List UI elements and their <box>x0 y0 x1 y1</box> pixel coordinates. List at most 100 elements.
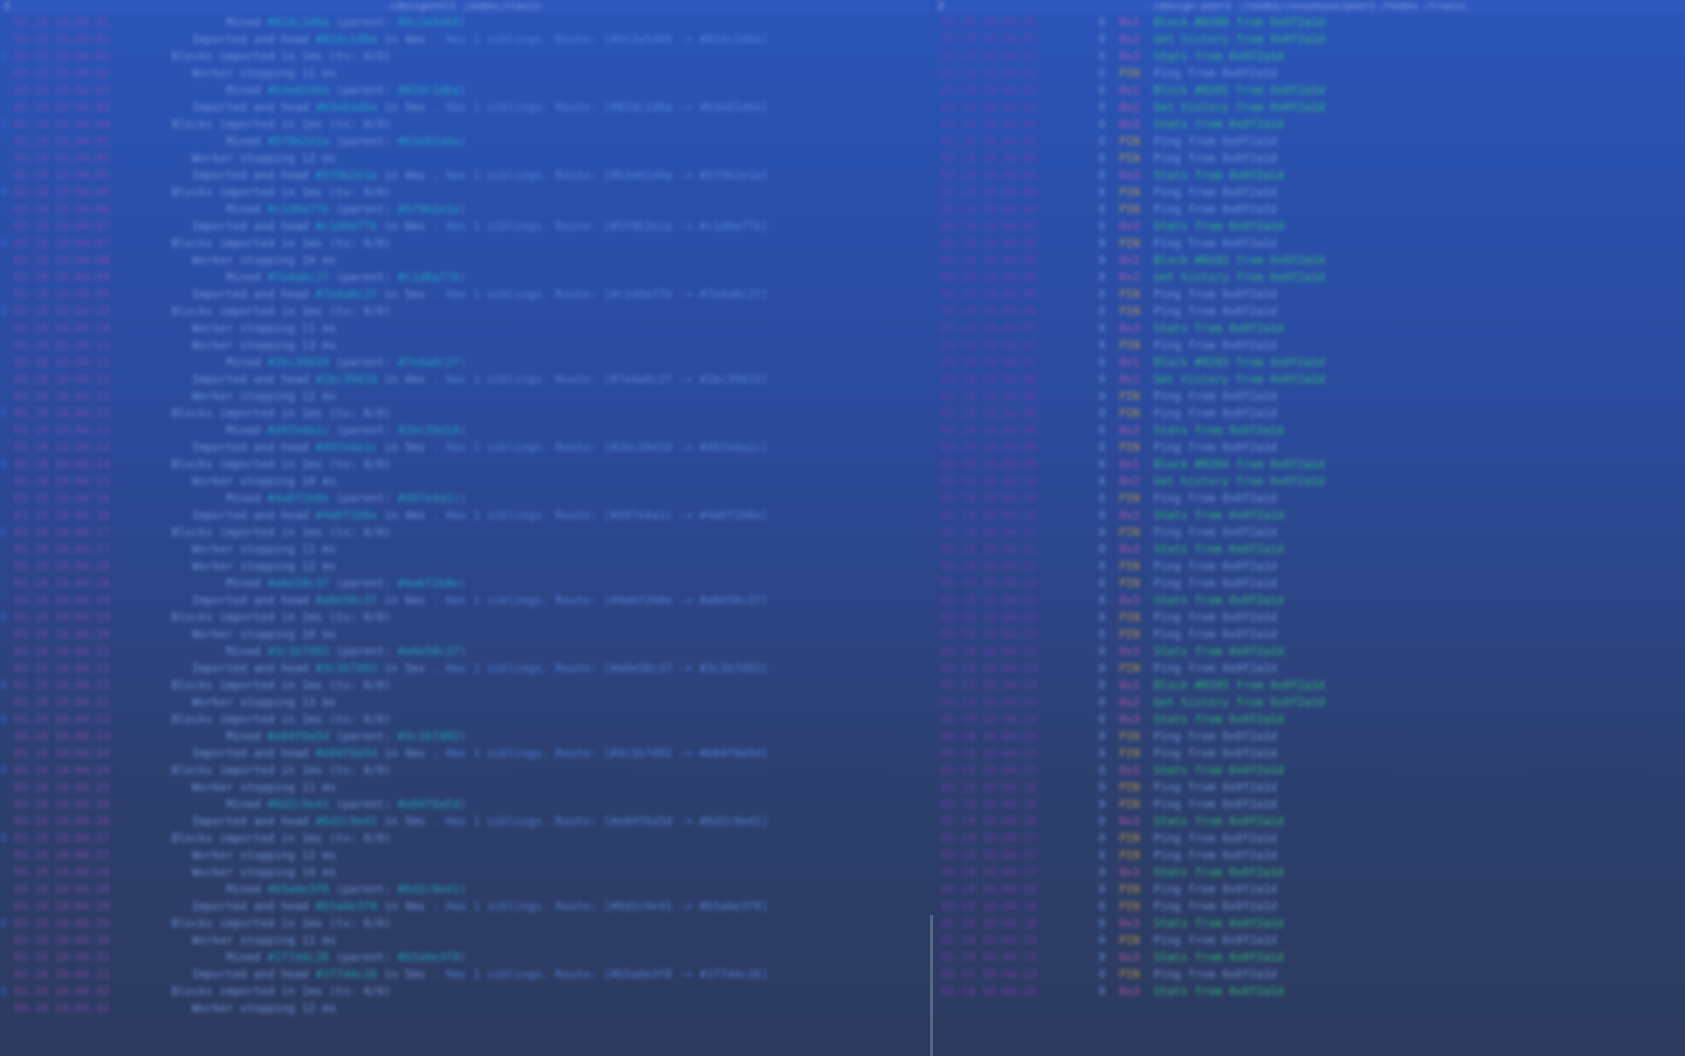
peer-message: Block #0202 from 0x0f2a1d <box>1153 253 1325 267</box>
message-id: 0x1 <box>1119 15 1154 29</box>
peer-message: Get history from 0x0f2a1d <box>1153 372 1325 386</box>
log-timestamp: 03-19 10:04:02 <box>934 100 1099 114</box>
peer-index: 0 <box>1098 185 1120 199</box>
log-message: (parent: <box>329 882 398 896</box>
log-line: 03-19 10:04:11 Worker stopping 13 ms <box>0 337 930 354</box>
log-gutter <box>0 15 14 29</box>
terminal-pane-left[interactable]: 1 cdesignrelt ;nodes;travis 03-19 10:04:… <box>0 0 930 1056</box>
log-line: 03-19 10:04:05 0 PIN Ping from 0x0f2a1d <box>934 235 1685 252</box>
log-timestamp: 03-19 10:04:32 <box>13 1001 124 1015</box>
block-hash: #b5a0e3f8 <box>397 950 460 964</box>
peer-index: 0 <box>1098 491 1120 505</box>
log-message: . Has 1 siblings. Route: [#e84f0a5d -> #… <box>425 814 769 828</box>
message-id: PIN <box>1119 151 1154 165</box>
log-line: 03-19 10:04:05 0 0x3 Stats from 0x0f2a1d <box>934 218 1685 235</box>
log-indent <box>123 610 171 624</box>
log-line: 03-19 10:04:14 0 0x2 Get history from 0x… <box>934 694 1685 711</box>
pane-divider[interactable] <box>930 915 933 1056</box>
log-message: . Has 1 siblings. Route: [#a0e58c37 -> #… <box>425 661 769 675</box>
log-timestamp: 03-19 10:04:03 <box>934 134 1099 148</box>
log-line: 0 03-19 10:04:27 Blocks imported in 1ms … <box>0 830 930 847</box>
log-message: ) <box>459 423 467 437</box>
log-indent <box>123 950 226 964</box>
log-timestamp: 03-19 10:04:26 <box>13 797 124 811</box>
log-line: 03-19 10:04:08 0 PIN Ping from 0x0f2a1d <box>934 405 1685 422</box>
log-line: 0 03-19 10:04:32 Blocks imported in 1ms … <box>0 983 930 1000</box>
log-message: (tx: 0/0) <box>322 610 391 624</box>
peer-message: Block #0200 from 0x0f2a1d <box>1153 15 1325 29</box>
log-message: Mined <box>226 202 268 216</box>
log-message: Mined <box>226 83 268 97</box>
log-message: ) <box>459 882 467 896</box>
log-message: ) <box>459 270 467 284</box>
peer-message: Block #0201 from 0x0f2a1d <box>1153 83 1325 97</box>
log-indent <box>123 491 226 505</box>
log-message: ) <box>459 797 467 811</box>
log-line: 0 03-19 10:04:14 Blocks imported in 1ms … <box>0 456 930 473</box>
log-message: Blocks imported in 1ms <box>171 763 323 777</box>
log-message: (parent: <box>329 134 398 148</box>
peer-index: 0 <box>1098 627 1120 641</box>
peer-index: 0 <box>1098 32 1120 46</box>
log-line: 03-19 10:04:10 Worker stopping 11 ms <box>0 320 930 337</box>
message-id: 0x3 <box>1119 49 1154 63</box>
log-message: ) <box>459 950 467 964</box>
log-timestamp: 03-19 10:04:10 <box>934 491 1099 505</box>
log-gutter: 0 <box>0 763 14 777</box>
log-line: 03-19 10:04:07 Imported and head #c1d0a7… <box>0 218 930 235</box>
log-message: Imported and head <box>192 593 316 607</box>
log-timestamp: 03-19 10:04:13 <box>13 406 124 420</box>
block-hash: #a0e58c37 <box>315 593 378 607</box>
log-message: Worker stopping <box>192 389 302 403</box>
log-message: in 4ms <box>377 899 426 913</box>
block-hash: #5f9b2e1a <box>315 168 378 182</box>
log-timestamp: 03-19 10:04:31 <box>13 967 124 981</box>
log-line: 03-19 10:04:21 Imported and head #3c1b7d… <box>0 660 930 677</box>
log-timestamp: 03-19 10:04:22 <box>13 678 124 692</box>
message-id: PIN <box>1119 440 1154 454</box>
block-hash: #5f9b2e1a <box>397 202 460 216</box>
log-message: in 6ms <box>377 219 426 233</box>
log-line: 0 03-19 10:04:06 Blocks imported in 1ms … <box>0 184 930 201</box>
log-indent <box>123 423 226 437</box>
log-line: 03-19 10:04:17 0 PIN Ping from 0x0f2a1d <box>934 847 1685 864</box>
log-timestamp: 03-19 10:04:11 <box>934 542 1099 556</box>
peer-message: Ping from 0x0f2a1d <box>1153 627 1277 641</box>
block-hash: #d97e4a1c <box>397 491 460 505</box>
log-timestamp: 03-19 10:04:19 <box>934 967 1099 981</box>
message-id: 0x1 <box>1119 83 1154 97</box>
log-timestamp: 03-19 10:04:12 <box>934 593 1099 607</box>
terminal-pane-right[interactable]: 2 cdesign-peers :/nodes/consensus/peers … <box>934 0 1685 1056</box>
log-line: 03-19 10:04:02 0 0x2 Get history from 0x… <box>934 99 1685 116</box>
log-message: Blocks imported in 1ms <box>171 49 323 63</box>
peer-message: Stats from 0x0f2a1d <box>1153 916 1284 930</box>
log-timestamp: 03-19 10:04:12 <box>934 576 1099 590</box>
peer-index: 0 <box>1098 117 1120 131</box>
log-message: . Has 1 siblings. Route: [#b5a0e3f8 -> #… <box>425 967 769 981</box>
peer-index: 0 <box>1098 763 1120 777</box>
log-gutter <box>0 219 14 233</box>
log-line: 03-19 10:04:15 0 0x3 Stats from 0x0f2a1d <box>934 762 1685 779</box>
log-gutter: 0 <box>0 712 14 726</box>
block-hash: #e84f0a5d <box>315 746 378 760</box>
log-timestamp: 03-19 10:04:13 <box>934 661 1099 675</box>
log-timestamp: 03-19 10:04:07 <box>934 321 1099 335</box>
log-indent <box>123 542 192 556</box>
message-id: PIN <box>1119 202 1154 216</box>
peer-message: Ping from 0x0f2a1d <box>1153 797 1277 811</box>
message-id: 0x2 <box>1119 695 1154 709</box>
log-indent <box>123 389 192 403</box>
log-timestamp: 03-19 10:04:08 <box>934 372 1099 386</box>
log-timestamp: 03-19 10:04:15 <box>934 763 1099 777</box>
log-gutter <box>0 576 14 590</box>
log-indent <box>123 899 192 913</box>
peer-message: Block #0204 from 0x0f2a1d <box>1153 457 1325 471</box>
log-line: 03-19 10:04:18 0 0x3 Stats from 0x0f2a1d <box>934 915 1685 932</box>
peer-message: Ping from 0x0f2a1d <box>1153 729 1277 743</box>
log-message: Worker stopping <box>192 321 302 335</box>
log-timestamp: 03-19 10:04:27 <box>13 848 124 862</box>
peer-message: Get history from 0x0f2a1d <box>1153 100 1325 114</box>
log-line: 03-19 10:04:19 0 0x3 Stats from 0x0f2a1d <box>934 949 1685 966</box>
peer-index: 0 <box>1098 355 1120 369</box>
log-gutter <box>0 933 14 947</box>
